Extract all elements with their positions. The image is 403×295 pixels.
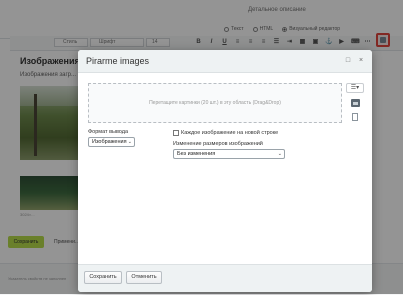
maximize-icon[interactable]: □: [344, 57, 352, 65]
drop-zone[interactable]: Перетащите картинки (20 шт.) в эту облас…: [88, 83, 342, 123]
close-icon[interactable]: ×: [357, 57, 365, 65]
dialog-save-button[interactable]: Сохранить: [84, 271, 122, 284]
resize-select[interactable]: Без изменения ⌄: [173, 149, 285, 159]
new-line-checkbox[interactable]: [173, 130, 179, 136]
document-icon[interactable]: [352, 113, 358, 121]
chevron-down-icon: ⌄: [127, 139, 132, 145]
resize-value: Без изменения: [177, 151, 216, 157]
dialog-title: Pirarme images: [86, 56, 150, 66]
chevron-down-icon: ⌄: [277, 151, 282, 157]
output-format-select[interactable]: Изображения ⌄: [88, 137, 135, 147]
dialog-footer: [78, 264, 372, 292]
resize-label: Изменение размеров изображений: [173, 141, 263, 147]
view-mode-select[interactable]: ☰▾: [346, 83, 364, 93]
drop-zone-text: Перетащите картинки (20 шт.) в эту облас…: [149, 100, 281, 106]
output-format-value: Изображения: [92, 139, 127, 145]
dialog-header: Pirarme images □ ×: [78, 50, 372, 73]
pirarme-images-dialog: Pirarme images □ × Перетащите картинки (…: [78, 50, 372, 292]
dialog-cancel-button[interactable]: Отменить: [126, 271, 162, 284]
output-format-label: Формат вывода: [88, 129, 129, 135]
image-icon[interactable]: [351, 99, 360, 107]
new-line-checkbox-label: Каждое изображение на новой строке: [181, 130, 279, 136]
